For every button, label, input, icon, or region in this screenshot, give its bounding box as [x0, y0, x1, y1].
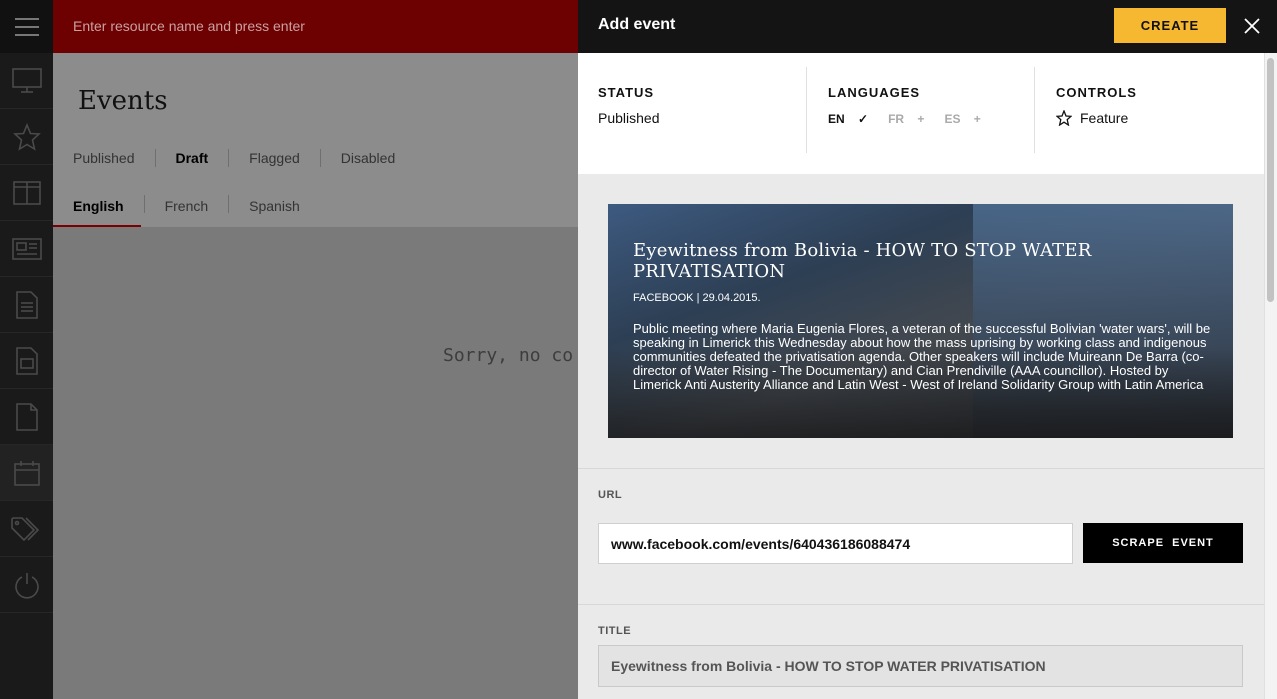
events-main: Events Published Draft Flagged Disabled … [53, 53, 578, 699]
status-label: STATUS [598, 85, 655, 100]
close-icon [1244, 18, 1260, 34]
languages-section: LANGUAGES EN ✓ FR + ES + [806, 67, 1034, 153]
lang-en-code: EN [828, 112, 845, 126]
lang-es[interactable]: ES + [944, 112, 990, 126]
status-value[interactable]: Published [598, 110, 806, 126]
search-input[interactable] [73, 14, 553, 38]
page-title: Events [78, 86, 168, 116]
tab-english[interactable]: English [53, 195, 145, 213]
star-icon [12, 122, 41, 151]
sidebar-rail [0, 0, 53, 699]
desktop-icon [11, 67, 42, 93]
controls-section: CONTROLS Feature [1034, 67, 1244, 153]
event-preview: Eyewitness from Bolivia - HOW TO STOP WA… [608, 204, 1233, 438]
lang-es-code: ES [944, 112, 961, 126]
panel-scrollbar-thumb[interactable] [1267, 58, 1274, 302]
event-meta: STATUS Published LANGUAGES EN ✓ FR + ES … [578, 53, 1264, 174]
preview-title: Eyewitness from Bolivia - HOW TO STOP WA… [633, 240, 1092, 282]
plus-icon: + [917, 112, 925, 126]
close-button[interactable] [1240, 14, 1264, 38]
sidebar-item-pages[interactable] [0, 389, 53, 445]
feature-label: Feature [1080, 110, 1129, 126]
feature-toggle[interactable]: Feature [1056, 110, 1244, 126]
title-input[interactable] [598, 645, 1243, 687]
scrape-event-button[interactable]: SCRAPE EVENT [1083, 523, 1243, 563]
language-tabs: English French Spanish [53, 193, 320, 227]
sidebar-item-dashboard[interactable] [0, 53, 53, 109]
menu-button[interactable] [0, 0, 53, 53]
panel-header: Add event CREATE [578, 0, 1277, 53]
star-icon [1056, 110, 1072, 126]
sidebar-item-tags[interactable] [0, 501, 53, 557]
lang-fr-code: FR [888, 112, 905, 126]
add-event-panel: Add event CREATE STATUS Published LANGUA… [578, 0, 1277, 699]
url-input[interactable] [598, 523, 1073, 564]
tab-flagged[interactable]: Flagged [249, 149, 321, 167]
sidebar-item-media[interactable] [0, 333, 53, 389]
empty-message: Sorry, no co [443, 345, 574, 366]
active-tab-indicator [53, 225, 141, 227]
lang-en[interactable]: EN ✓ [828, 112, 878, 126]
plus-icon: + [973, 112, 981, 126]
url-section: URL SCRAPE EVENT [578, 468, 1264, 604]
check-icon: ✓ [858, 112, 869, 126]
status-section: STATUS Published [598, 67, 806, 153]
tags-icon [10, 516, 39, 541]
sidebar-item-logout[interactable] [0, 557, 53, 613]
create-button[interactable]: CREATE [1114, 8, 1226, 43]
language-toggles: EN ✓ FR + ES + [828, 112, 1034, 126]
url-label: URL [598, 489, 623, 501]
tab-french[interactable]: French [145, 195, 230, 213]
document-icon [15, 290, 38, 319]
tab-draft[interactable]: Draft [176, 149, 230, 167]
sidebar-item-events[interactable] [0, 445, 53, 501]
calendar-icon [13, 460, 40, 486]
page-icon [15, 402, 38, 431]
newspaper-icon [11, 237, 42, 260]
controls-label: CONTROLS [1056, 85, 1137, 100]
tab-spanish[interactable]: Spanish [229, 195, 320, 213]
menu-icon [14, 17, 39, 36]
columns-icon [12, 180, 41, 205]
tab-disabled[interactable]: Disabled [341, 149, 415, 167]
preview-source: FACEBOOK | 29.04.2015. [633, 292, 761, 304]
sidebar-item-documents[interactable] [0, 277, 53, 333]
tab-published[interactable]: Published [73, 149, 156, 167]
sidebar-item-articles[interactable] [0, 221, 53, 277]
title-section: TITLE [578, 604, 1264, 699]
events-header: Events Published Draft Flagged Disabled … [53, 53, 578, 227]
image-doc-icon [15, 346, 38, 375]
search-bar [53, 0, 578, 53]
panel-title: Add event [598, 16, 676, 33]
power-icon [14, 572, 39, 599]
lang-fr[interactable]: FR + [888, 112, 934, 126]
sidebar-item-layout[interactable] [0, 165, 53, 221]
sidebar-item-favorites[interactable] [0, 109, 53, 165]
title-label: TITLE [598, 625, 632, 637]
status-tabs: Published Draft Flagged Disabled [73, 149, 435, 167]
preview-description: Public meeting where Maria Eugenia Flore… [633, 321, 1211, 392]
languages-label: LANGUAGES [828, 85, 921, 100]
preview-content: Eyewitness from Bolivia - HOW TO STOP WA… [633, 240, 1213, 392]
